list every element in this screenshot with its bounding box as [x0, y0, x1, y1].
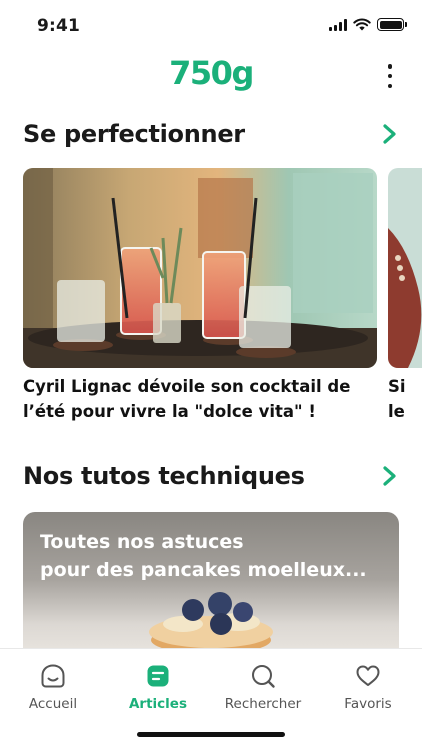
status-icons: [329, 18, 407, 31]
nav-item-rechercher[interactable]: Rechercher: [213, 663, 313, 712]
article-photo: [388, 168, 422, 368]
search-icon: [252, 665, 275, 688]
nav-label: Accueil: [28, 696, 78, 712]
tuto-card[interactable]: Toutes nos astuces pour des pancakes moe…: [23, 512, 399, 662]
article-card[interactable]: Cyril Lignac dévoile son cocktail de l’é…: [23, 168, 377, 424]
status-bar: 9:41: [0, 0, 422, 50]
section-header-perfectionner: Se perfectionner: [23, 118, 399, 150]
article-card[interactable]: Si le ces: [388, 168, 422, 428]
home-indicator[interactable]: [137, 732, 285, 737]
nav-label: Rechercher: [224, 696, 302, 712]
more-options-button[interactable]: [384, 64, 396, 88]
status-time: 9:41: [37, 16, 81, 36]
signal-icon: [329, 18, 347, 31]
dot-icon: [387, 64, 393, 69]
dot-icon: [387, 83, 393, 88]
nav-label: Articles: [128, 696, 187, 712]
chevron-right-icon[interactable]: [381, 124, 399, 144]
section-header-tutos: Nos tutos techniques: [23, 460, 399, 492]
nav-item-accueil[interactable]: Accueil: [3, 663, 103, 712]
article-title: Cyril Lignac dévoile son cocktail de l’é…: [23, 377, 351, 421]
nav-item-favoris[interactable]: Favoris: [318, 663, 418, 712]
app-header: 750g: [0, 50, 422, 100]
nav-label: Favoris: [344, 696, 392, 712]
chevron-right-icon[interactable]: [381, 466, 399, 486]
article-image: [23, 168, 377, 368]
article-image: [388, 168, 422, 368]
articles-icon: [147, 665, 169, 687]
battery-icon: [377, 18, 407, 31]
section-title: Nos tutos techniques: [23, 462, 305, 490]
heart-icon: [356, 665, 380, 686]
cocktail-photo: [23, 168, 377, 368]
app-logo: 750g: [169, 54, 254, 92]
wifi-icon: [353, 18, 371, 31]
dot-icon: [387, 73, 393, 79]
articles-carousel[interactable]: Cyril Lignac dévoile son cocktail de l’é…: [23, 168, 422, 428]
tuto-title: Toutes nos astuces pour des pancakes moe…: [40, 531, 367, 581]
home-icon: [41, 664, 65, 688]
section-title: Se perfectionner: [23, 120, 245, 148]
nav-item-articles[interactable]: Articles: [108, 663, 208, 712]
article-title: Si le ces: [388, 377, 419, 428]
